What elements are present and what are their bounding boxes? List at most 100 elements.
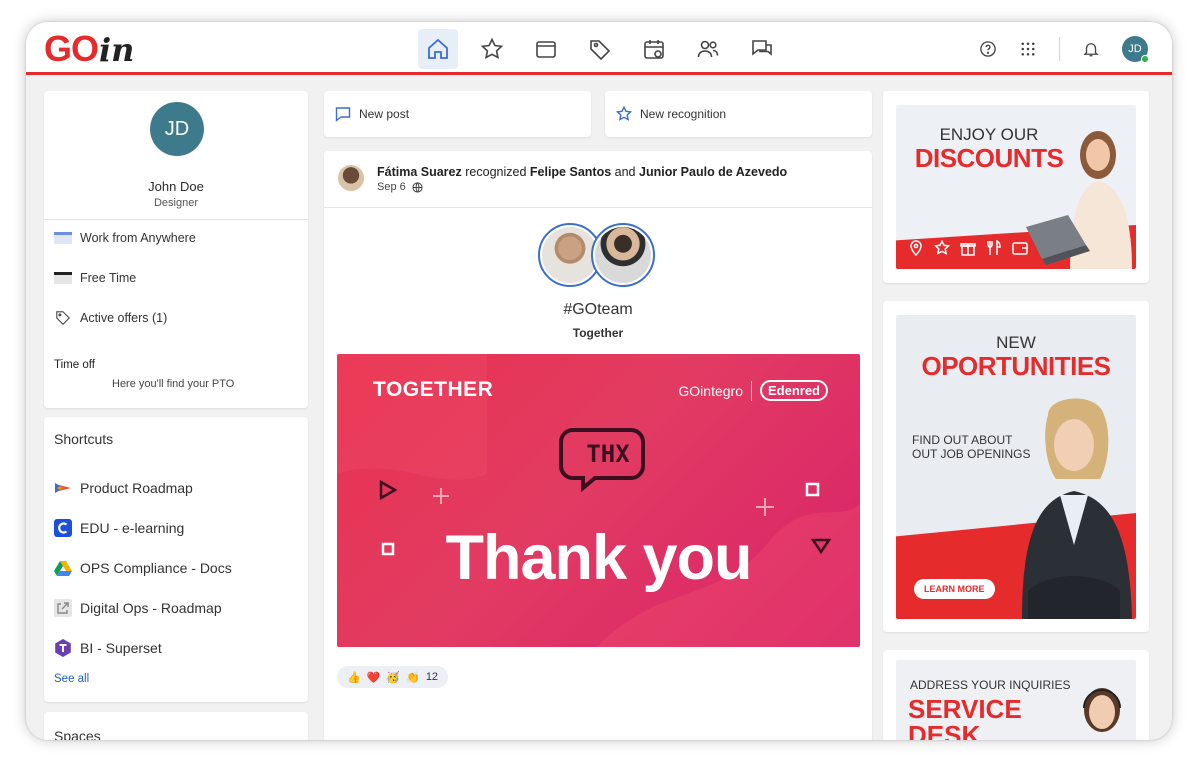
nav-wallet[interactable] xyxy=(526,29,566,69)
home-icon xyxy=(428,38,448,59)
profile-item-free-time[interactable]: Free Time xyxy=(54,271,136,285)
work-anywhere-icon xyxy=(54,232,72,244)
edu-icon xyxy=(54,519,72,537)
link-icon xyxy=(54,599,72,617)
new-recognition-label: New recognition xyxy=(640,107,727,121)
user-initials: JD xyxy=(1128,43,1142,55)
main-nav xyxy=(418,29,782,69)
reaction-count: 12 xyxy=(425,671,439,683)
nav-recognitions[interactable] xyxy=(472,29,512,69)
recipient-name[interactable]: Junior Paulo de Azevedo xyxy=(639,165,787,179)
opportunities-ad[interactable]: NEW OPORTUNITIES FIND OUT ABOUT OUT JOB … xyxy=(896,315,1136,619)
businesswoman-photo xyxy=(1022,398,1132,619)
shortcut-label: OPS Compliance - Docs xyxy=(80,560,232,576)
recipient-photo xyxy=(595,227,651,283)
shortcut-label: EDU - e-learning xyxy=(80,520,185,536)
timeoff-title[interactable]: Time off xyxy=(54,359,95,371)
learn-more-button[interactable]: LEARN MORE xyxy=(914,579,995,599)
shortcut-label: Product Roadmap xyxy=(80,480,193,496)
timeoff-subtitle: Here you'll find your PTO xyxy=(112,378,235,390)
shortcut-edu-elearning[interactable]: EDU - e-learning xyxy=(54,519,184,537)
divider xyxy=(750,380,752,401)
comment-icon xyxy=(335,107,351,122)
thumbs-up-icon: 👍 xyxy=(347,671,361,684)
discounts-ad[interactable]: ENJOY OUR DISCOUNTS xyxy=(896,105,1136,269)
shortcuts-card: Shortcuts Product Roadmap EDU - e-learni… xyxy=(44,417,308,702)
spaces-title: Spaces xyxy=(54,728,101,740)
ad-headline-line2: DESK xyxy=(908,720,981,740)
service-desk-ad-card: ADDRESS YOUR INQUIRIES SERVICE DESK xyxy=(883,650,1149,740)
profile-item-label: Active offers (1) xyxy=(80,311,168,325)
profile-item-active-offers[interactable]: Active offers (1) xyxy=(54,311,167,325)
help-icon[interactable] xyxy=(979,40,997,58)
ad-headline: OPORTUNITIES xyxy=(921,351,1111,381)
restaurant-icon xyxy=(987,240,1001,255)
post-title: Fátima Suarez recognized Felipe Santos a… xyxy=(377,165,787,179)
nav-home[interactable] xyxy=(418,29,458,69)
recipient-name[interactable]: Felipe Santos xyxy=(530,165,611,179)
topbar-right: JD xyxy=(979,36,1149,63)
chat-icon xyxy=(752,40,772,56)
see-all-link[interactable]: See all xyxy=(54,673,89,685)
brand-gointegro: GOintegro xyxy=(678,382,743,399)
bell-icon[interactable] xyxy=(1082,40,1100,58)
profile-role: Designer xyxy=(153,197,199,209)
profile-initials: JD xyxy=(164,117,190,140)
service-desk-ad[interactable]: ADDRESS YOUR INQUIRIES SERVICE DESK xyxy=(896,660,1136,740)
reactions-bar[interactable]: 👍 ❤️ 🥳 👏 12 xyxy=(337,666,449,688)
shortcut-bi-superset[interactable]: BI - Superset xyxy=(54,639,162,657)
post-date-text: Sep 6 xyxy=(377,181,406,193)
profile-item-label: Free Time xyxy=(80,271,137,285)
new-post-button[interactable]: New post xyxy=(324,91,591,137)
divider xyxy=(44,219,308,220)
shortcut-product-roadmap[interactable]: Product Roadmap xyxy=(54,479,193,497)
woman-laptop-photo xyxy=(1026,131,1132,269)
apps-grid-icon[interactable] xyxy=(1019,40,1037,58)
superset-icon xyxy=(55,639,71,657)
logo-go-text: GO xyxy=(44,28,99,69)
gift-icon xyxy=(960,243,976,256)
profile-name[interactable]: John Doe xyxy=(44,179,308,194)
opportunities-ad-card: NEW OPORTUNITIES FIND OUT ABOUT OUT JOB … xyxy=(883,301,1149,632)
nav-chat[interactable] xyxy=(742,29,782,69)
thx-bubble-text: THX xyxy=(586,440,630,468)
divider xyxy=(1059,37,1060,61)
people-icon xyxy=(697,40,719,58)
spaces-card: Spaces xyxy=(44,712,308,740)
recipient-photo xyxy=(542,227,598,283)
calendar-icon xyxy=(644,40,664,59)
shortcut-digital-ops[interactable]: Digital Ops - Roadmap xyxy=(54,599,222,617)
free-time-icon xyxy=(54,272,72,284)
clap-icon: 👏 xyxy=(406,671,420,684)
new-post-label: New post xyxy=(359,107,410,121)
profile-avatar[interactable]: JD xyxy=(150,102,204,156)
brand-edenred: Edenred xyxy=(759,380,828,401)
star-icon xyxy=(616,106,632,121)
banner-brand: GOintegro Edenred xyxy=(678,380,828,401)
discounts-ad-card: ENJOY OUR DISCOUNTS xyxy=(883,91,1149,283)
nav-calendar[interactable] xyxy=(634,29,674,69)
heart-icon: ❤️ xyxy=(366,671,381,684)
author-avatar[interactable] xyxy=(338,165,364,191)
profile-item-work-anywhere[interactable]: Work from Anywhere xyxy=(54,231,196,245)
new-recognition-button[interactable]: New recognition xyxy=(605,91,872,137)
recipient-avatar[interactable] xyxy=(591,223,655,287)
user-avatar[interactable]: JD xyxy=(1122,36,1149,63)
recognition-post: Fátima Suarez recognized Felipe Santos a… xyxy=(324,151,872,740)
top-bar: GO in JD xyxy=(26,22,1172,75)
goin-logo[interactable]: GO in xyxy=(44,28,135,69)
banner-title: TOGETHER xyxy=(373,378,494,401)
nav-offers[interactable] xyxy=(580,29,620,69)
shortcut-label: Digital Ops - Roadmap xyxy=(80,600,222,616)
profile-item-label: Work from Anywhere xyxy=(80,231,196,245)
shortcut-ops-compliance[interactable]: OPS Compliance - Docs xyxy=(54,559,232,577)
online-status-dot xyxy=(1141,55,1149,63)
drive-icon xyxy=(54,561,72,576)
author-name[interactable]: Fátima Suarez xyxy=(377,165,462,179)
tag-icon xyxy=(56,311,70,325)
recognition-hashtag[interactable]: #GOteam xyxy=(324,301,872,319)
party-icon: 🥳 xyxy=(386,671,401,684)
nav-people[interactable] xyxy=(688,29,728,69)
logo-in-text: in xyxy=(99,31,135,69)
globe-icon xyxy=(412,181,423,193)
